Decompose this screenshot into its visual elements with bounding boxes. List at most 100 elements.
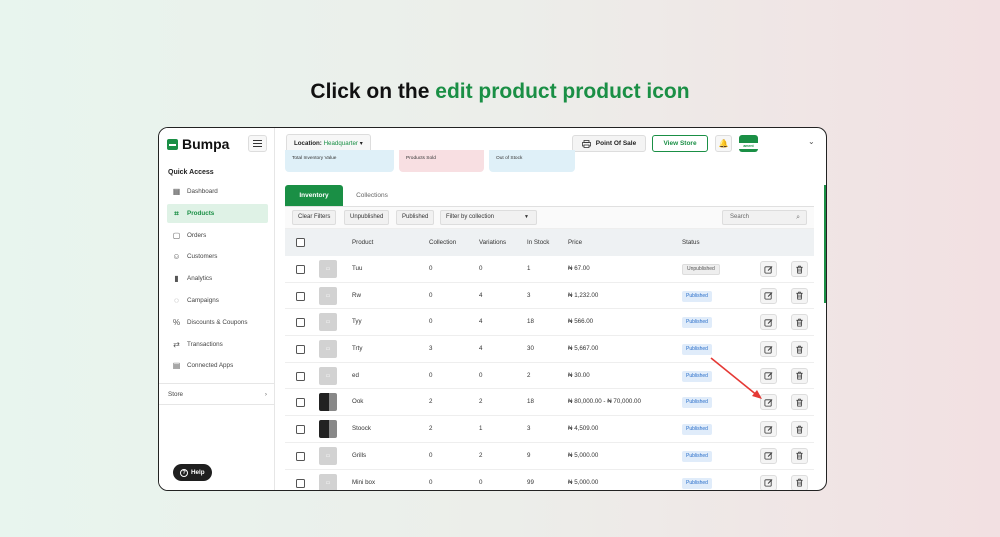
row-checkbox[interactable] xyxy=(296,425,305,435)
point-of-sale-button[interactable]: Point Of Sale xyxy=(572,135,646,152)
sidebar-item-products[interactable]: ⌗ Products xyxy=(167,203,268,223)
delete-product-button[interactable] xyxy=(791,314,808,331)
edit-product-button[interactable] xyxy=(760,261,777,277)
bell-icon[interactable]: 🔔 xyxy=(715,135,732,152)
product-thumbnail[interactable] xyxy=(319,393,337,412)
table-row[interactable]: Ook 2 2 18 ₦ 80,000.00 - ₦ 70,000.00 Publishe… xyxy=(285,389,814,417)
product-name[interactable]: Trty xyxy=(352,336,362,362)
sidebar-item-campaigns[interactable]: ◌ Campaigns xyxy=(167,291,268,310)
unpublished-filter-button[interactable]: Unpublished xyxy=(344,210,390,225)
tab-inventory[interactable]: Inventory xyxy=(285,185,343,207)
table-row[interactable]: Tuu 0 0 1 ₦ 67.00 Unpublished xyxy=(285,256,814,283)
search-input[interactable]: Search ⌕ xyxy=(722,210,807,225)
price: ₦ 80,000.00 - ₦ 70,000.00 xyxy=(568,398,641,406)
edit-product-button[interactable] xyxy=(760,367,777,384)
row-checkbox[interactable] xyxy=(296,291,305,301)
sidebar-item-label: Dashboard xyxy=(187,188,218,195)
sidebar-item-orders[interactable]: ▢ Orders xyxy=(167,226,268,245)
select-all-checkbox[interactable] xyxy=(296,238,305,247)
printer-icon xyxy=(581,139,591,148)
product-name[interactable]: Ook xyxy=(352,389,363,415)
collection-filter-select[interactable]: Filter by collection ▼ xyxy=(440,210,537,225)
product-name[interactable]: Tuu xyxy=(352,256,362,282)
table-row[interactable]: Stoock 2 1 3 ₦ 4,509.00 Published xyxy=(285,416,814,443)
edit-product-button[interactable] xyxy=(760,447,777,464)
delete-product-button[interactable] xyxy=(791,287,808,304)
row-checkbox[interactable] xyxy=(296,478,305,488)
edit-product-button[interactable] xyxy=(760,341,777,358)
table-row[interactable]: Tyy 0 4 18 ₦ 566.00 Published xyxy=(285,309,814,337)
product-thumbnail[interactable] xyxy=(319,446,337,465)
variations-count: 4 xyxy=(479,318,483,326)
row-checkbox[interactable] xyxy=(296,318,305,328)
product-name[interactable]: Stoock xyxy=(352,416,371,442)
table-row[interactable]: Grills 0 2 9 ₦ 5,000.00 Published xyxy=(285,443,814,470)
price: ₦ 566.00 xyxy=(568,318,594,326)
product-thumbnail[interactable] xyxy=(319,286,337,305)
delete-product-button[interactable] xyxy=(791,474,808,490)
table-row[interactable]: Rw 0 4 3 ₦ 1,232.00 Published xyxy=(285,283,814,310)
tag-icon: ⌗ xyxy=(174,208,179,218)
help-button[interactable]: ? Help xyxy=(173,464,212,481)
collection-count: 0 xyxy=(429,291,433,299)
delete-product-button[interactable] xyxy=(791,447,808,464)
row-checkbox[interactable] xyxy=(296,265,305,274)
clear-filters-button[interactable]: Clear Filters xyxy=(292,210,337,225)
status-badge: Published xyxy=(682,397,712,409)
row-checkbox[interactable] xyxy=(296,371,305,381)
view-store-button[interactable]: View Store xyxy=(652,135,708,152)
product-thumbnail[interactable] xyxy=(319,366,337,385)
sidebar-item-dashboard[interactable]: ▦ Dashboard xyxy=(167,182,268,201)
edit-product-button[interactable] xyxy=(760,394,777,411)
scroll-indicator[interactable] xyxy=(824,185,826,303)
row-checkbox[interactable] xyxy=(296,398,305,408)
edit-product-button[interactable] xyxy=(760,314,777,331)
sidebar-item-analytics[interactable]: ▮ Analytics xyxy=(167,269,268,288)
sidebar-nav: ▦ Dashboard ⌗ Products ▢ Orders ☺ Customers ▮ Ana… xyxy=(167,182,268,378)
product-name[interactable]: ed xyxy=(352,363,359,389)
row-checkbox[interactable] xyxy=(296,451,305,461)
search-icon: ⌕ xyxy=(796,214,800,221)
avatar-text: ament xyxy=(739,143,758,149)
delete-product-button[interactable] xyxy=(791,367,808,384)
product-thumbnail[interactable] xyxy=(319,420,337,439)
table-row[interactable]: ed 0 0 2 ₦ 30.00 Published xyxy=(285,363,814,390)
product-name[interactable]: Tyy xyxy=(352,309,362,335)
chevron-right-icon: › xyxy=(264,391,267,398)
table-row[interactable]: Mini box 0 0 99 ₦ 5,000.00 Published xyxy=(285,470,814,491)
store-menu[interactable]: Store › xyxy=(159,383,275,405)
column-header: Product xyxy=(352,239,374,246)
delete-product-button[interactable] xyxy=(791,341,808,358)
product-thumbnail[interactable] xyxy=(319,340,337,359)
row-checkbox[interactable] xyxy=(296,345,305,355)
trash-icon xyxy=(795,345,804,354)
status-badge: Published xyxy=(682,477,712,489)
delete-product-button[interactable] xyxy=(791,261,808,277)
product-thumbnail[interactable] xyxy=(319,473,337,490)
variations-count: 2 xyxy=(479,451,483,459)
table-row[interactable]: Trty 3 4 30 ₦ 5,667.00 Published xyxy=(285,336,814,363)
sidebar-item-discounts-coupons[interactable]: % Discounts & Coupons xyxy=(167,313,268,332)
edit-icon xyxy=(764,478,773,487)
published-filter-button[interactable]: Published xyxy=(396,210,435,225)
product-name[interactable]: Grills xyxy=(352,443,366,469)
product-thumbnail[interactable] xyxy=(319,260,337,278)
edit-product-button[interactable] xyxy=(760,474,777,490)
chevron-down-icon[interactable]: ⌄ xyxy=(808,137,815,146)
sidebar-item-transactions[interactable]: ⇄ Transactions xyxy=(167,335,268,354)
product-name[interactable]: Rw xyxy=(352,283,361,309)
tab-collections[interactable]: Collections xyxy=(343,185,401,207)
edit-product-button[interactable] xyxy=(760,421,777,438)
sidebar-item-connected-apps[interactable]: ▤ Connected Apps xyxy=(167,356,268,375)
delete-product-button[interactable] xyxy=(791,394,808,411)
stock-count: 18 xyxy=(527,318,534,326)
edit-product-button[interactable] xyxy=(760,287,777,304)
product-name[interactable]: Mini box xyxy=(352,470,375,491)
sidebar-item-customers[interactable]: ☺ Customers xyxy=(167,247,268,266)
product-thumbnail[interactable] xyxy=(319,313,337,332)
logo[interactable]: Bumpa xyxy=(167,136,229,152)
avatar[interactable]: ament xyxy=(739,135,758,152)
logo-icon xyxy=(167,138,178,150)
menu-icon[interactable] xyxy=(248,135,267,152)
delete-product-button[interactable] xyxy=(791,421,808,438)
